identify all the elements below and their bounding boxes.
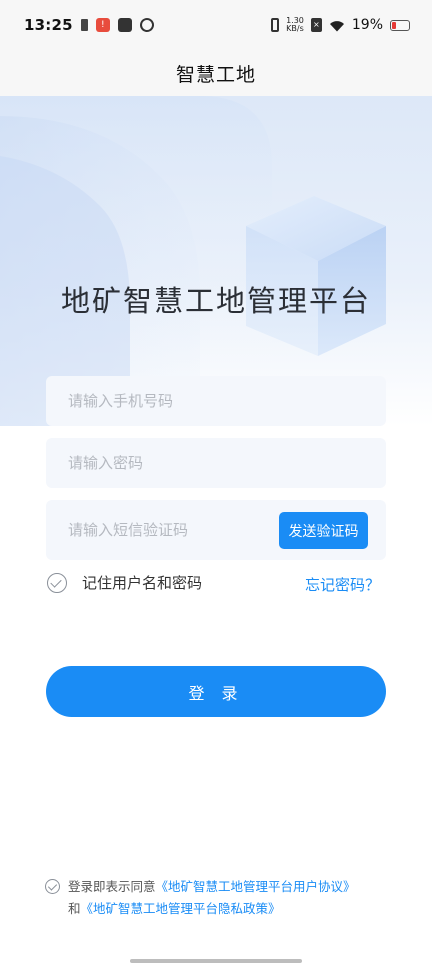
agreement-check-icon[interactable] [45,879,60,894]
vibrate-icon [271,18,280,32]
remember-checkbox[interactable]: 记住用户名和密码 [47,572,202,593]
send-code-button[interactable]: 发送验证码 [279,512,368,549]
net-speed-unit: KB/s [286,24,304,33]
user-agreement-link[interactable]: 《地矿智慧工地管理平台用户协议》 [156,879,356,894]
check-circle-icon[interactable] [47,572,67,593]
sms-code-input[interactable] [66,520,270,540]
app-bar: 智慧工地 [0,50,432,96]
agreement-line-1: 登录即表示同意《地矿智慧工地管理平台用户协议》 [45,876,405,898]
sim-icon [80,19,88,31]
platform-title: 地矿智慧工地管理平台 [60,284,371,318]
agreement-line-2: 和《地矿智慧工地管理平台隐私政策》 [45,898,405,920]
phone-field[interactable] [46,376,386,426]
sync-icon [137,15,157,35]
wifi-icon [329,20,344,31]
status-time: 13:25 [24,16,73,34]
home-indicator[interactable] [130,959,302,963]
phone-input[interactable] [66,391,270,411]
battery-icon [390,19,410,31]
status-right: 1.30 KB/s × 19% [271,17,410,33]
network-speed: 1.30 KB/s [286,17,304,33]
password-input[interactable] [66,453,270,473]
status-bar: 13:25 ! 1.30 KB/s × 19% [0,0,432,50]
login-button[interactable]: 登 录 [46,666,386,717]
sms-code-field[interactable]: 发送验证码 [46,500,386,560]
password-field[interactable] [46,438,386,488]
status-left: 13:25 ! [24,15,157,35]
agreement-prefix: 登录即表示同意 [68,879,156,894]
remember-label: 记住用户名和密码 [82,574,203,592]
app-notification-icon: ! [95,18,110,32]
privacy-policy-link[interactable]: 《地矿智慧工地管理平台隐私政策》 [81,901,281,916]
battery-percent: 19% [351,17,383,33]
agreement: 登录即表示同意《地矿智慧工地管理平台用户协议》 和《地矿智慧工地管理平台隐私政策… [45,876,405,920]
message-icon [117,18,132,32]
no-sim-icon: × [310,18,322,32]
agreement-conjunction: 和 [68,901,81,916]
page-title: 智慧工地 [175,63,256,86]
forgot-password-link[interactable]: 忘记密码？ [305,574,380,595]
